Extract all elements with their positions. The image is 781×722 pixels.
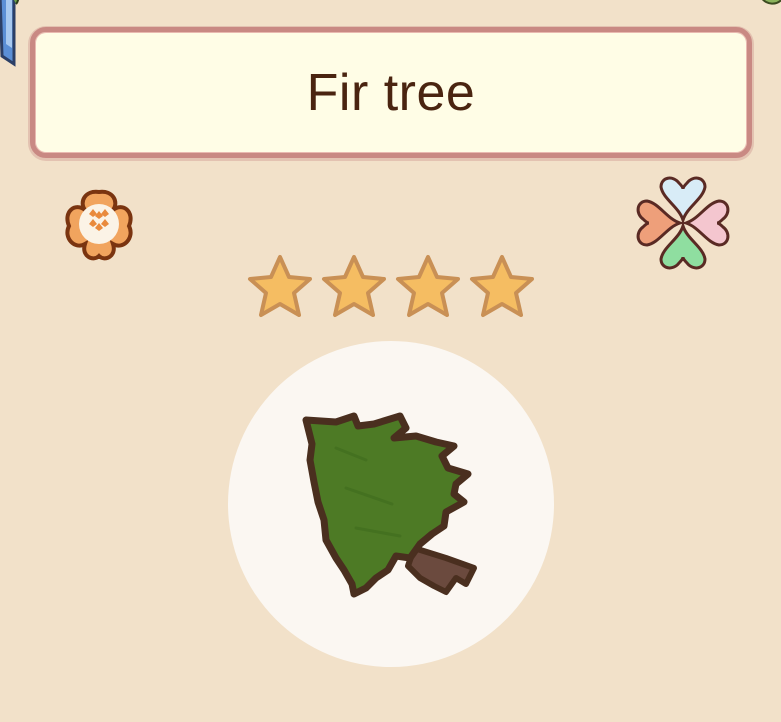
star-icon [396,255,460,317]
item-detail-screen: Fir tree [0,0,781,722]
corner-decoration [762,0,781,5]
fir-tree-icon [302,412,477,598]
item-name-panel: Fir tree [30,27,752,158]
star-icon [322,255,386,317]
corner-decoration [0,0,19,67]
star-icon [248,255,312,317]
clover-icon [636,176,730,270]
star-icon [470,255,534,317]
rarity-stars [246,253,536,321]
item-name: Fir tree [306,63,476,122]
flower-icon [65,189,133,261]
